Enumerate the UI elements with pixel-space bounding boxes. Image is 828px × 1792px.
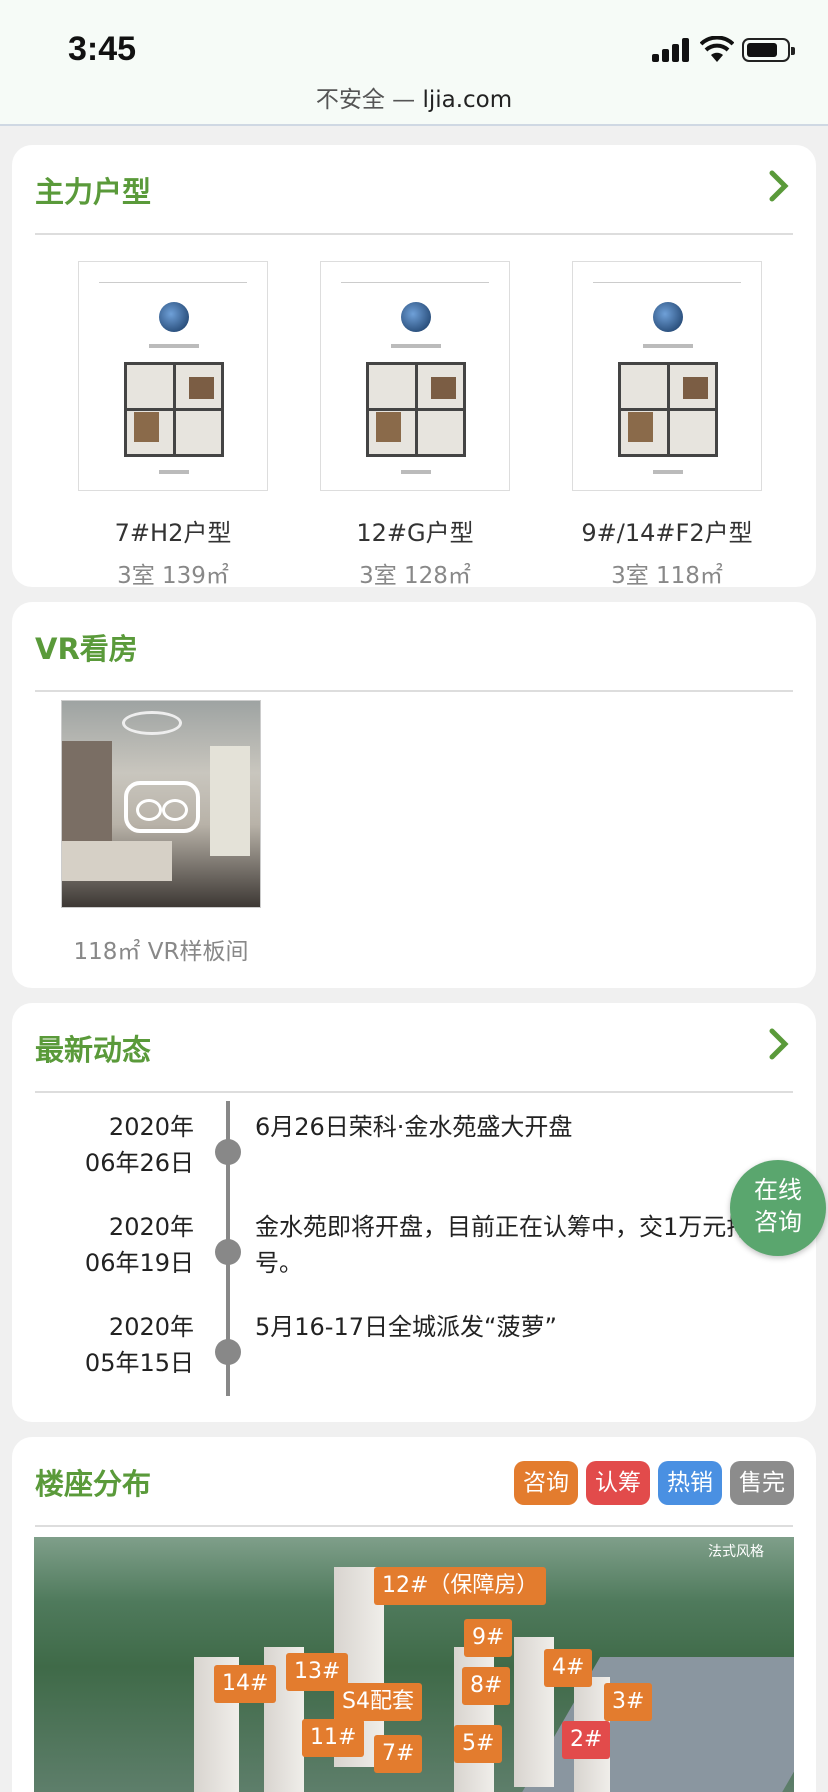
timeline-date: 2020年 05年15日 — [34, 1309, 194, 1381]
building-tag[interactable]: 3# — [604, 1683, 653, 1721]
section-title: 主力户型 — [35, 175, 152, 209]
chevron-right-icon[interactable] — [768, 1027, 790, 1061]
section-title: 楼座分布 — [35, 1467, 152, 1501]
legend-hot-badge[interactable]: 热销 — [658, 1461, 722, 1505]
building-tag[interactable]: 2# — [562, 1721, 611, 1759]
date-year: 2020年 — [108, 1113, 194, 1141]
date-year: 2020年 — [108, 1313, 194, 1341]
timeline-dot — [215, 1239, 241, 1265]
legend-soldout-badge[interactable]: 售完 — [730, 1461, 794, 1505]
status-legend: 咨询 认筹 热销 售完 — [506, 1461, 794, 1505]
legend-consult-badge[interactable]: 咨询 — [514, 1461, 578, 1505]
floor-plan-name: 7#H2户型 — [114, 519, 232, 547]
section-title: VR看房 — [35, 632, 138, 666]
vr-thumbnail[interactable] — [61, 700, 261, 908]
timeline-dot — [215, 1139, 241, 1165]
divider — [35, 233, 793, 235]
site-plan-image[interactable]: 法式风格 12#（保障房） 9# 4# 14# 13# 8# 3# S4配套 1… — [34, 1537, 794, 1792]
floor-plan-name: 9#/14#F2户型 — [581, 519, 753, 547]
date-year: 2020年 — [108, 1213, 194, 1241]
building-tag[interactable]: S4配套 — [334, 1683, 422, 1721]
floor-plan-image[interactable] — [78, 261, 268, 491]
divider — [35, 1091, 793, 1093]
section-title: 最新动态 — [35, 1033, 152, 1067]
floor-plan-item[interactable]: 7#H2户型 3室 139㎡ — [58, 261, 288, 590]
buildings-card: 楼座分布 咨询 认筹 热销 售完 法式风格 12#（保障房） 9# 4# 14# 13… — [12, 1437, 816, 1792]
news-header[interactable]: 最新动态 — [12, 1003, 816, 1089]
status-bar: 3:45 不安全 — ljia.com — [0, 0, 828, 126]
timeline-date: 2020年 06年19日 — [34, 1209, 194, 1281]
vr-card: VR看房 118㎡ VR样板间 — [12, 602, 816, 988]
floor-plans-card: 主力户型 7#H2户型 3室 139㎡ 12#G户型 3室 128㎡ 9#/14… — [12, 145, 816, 589]
consult-label-line1: 在线 — [754, 1176, 802, 1204]
building-tag[interactable]: 11# — [302, 1719, 365, 1757]
wifi-icon — [700, 36, 734, 62]
timeline-text: 金水苑即将开盘，目前正在认筹中，交1万元排号。 — [255, 1213, 751, 1277]
timeline-dot — [215, 1339, 241, 1365]
consult-label-line2: 咨询 — [754, 1208, 802, 1236]
floor-plan-image[interactable] — [320, 261, 510, 491]
clock: 3:45 — [68, 30, 137, 68]
address-bar[interactable]: 不安全 — ljia.com — [0, 80, 828, 114]
building-tag[interactable]: 14# — [214, 1665, 277, 1703]
floor-plan-spec: 3室 118㎡ — [611, 563, 723, 589]
timeline-text: 6月26日荣科·金水苑盛大开盘 — [255, 1113, 573, 1141]
vr-header: VR看房 — [12, 602, 816, 688]
floor-plan-name: 12#G户型 — [356, 519, 474, 547]
divider — [35, 1525, 793, 1527]
buildings-header: 楼座分布 咨询 认筹 热销 售完 — [12, 1437, 816, 1523]
building-tag[interactable]: 8# — [462, 1667, 511, 1705]
floor-plan-list: 7#H2户型 3室 139㎡ 12#G户型 3室 128㎡ 9#/14#F2户型… — [12, 261, 816, 591]
online-consult-button[interactable]: 在线 咨询 — [730, 1160, 826, 1256]
floor-plan-spec: 3室 128㎡ — [359, 563, 471, 589]
floor-plan-image[interactable] — [572, 261, 762, 491]
site-plan-label: 法式风格 — [708, 1544, 764, 1560]
floor-plan-item[interactable]: 12#G户型 3室 128㎡ — [300, 261, 530, 590]
floor-plan-spec: 3室 139㎡ — [117, 563, 229, 589]
floor-plan-item[interactable]: 9#/14#F2户型 3室 118㎡ — [552, 261, 782, 590]
battery-icon — [742, 38, 795, 62]
legend-subscribe-badge[interactable]: 认筹 — [586, 1461, 650, 1505]
date-day: 05年15日 — [84, 1349, 194, 1377]
news-card: 最新动态 2020年 06年26日 6月26日荣科·金水苑盛大开盘 2020年 06… — [12, 1003, 816, 1422]
date-day: 06年26日 — [84, 1149, 194, 1177]
timeline-date: 2020年 06年26日 — [34, 1109, 194, 1181]
timeline-text: 5月16-17日全城派发“菠萝” — [255, 1313, 557, 1341]
building-tag[interactable]: 9# — [464, 1619, 513, 1657]
floor-plans-header[interactable]: 主力户型 — [12, 145, 816, 231]
building-tag[interactable]: 12#（保障房） — [374, 1567, 547, 1605]
divider — [35, 690, 793, 692]
building-tag[interactable]: 7# — [374, 1735, 423, 1773]
building-tag[interactable]: 5# — [454, 1725, 503, 1763]
signal-icon — [652, 38, 692, 62]
date-day: 06年19日 — [84, 1249, 194, 1277]
chevron-right-icon[interactable] — [768, 169, 790, 203]
vr-glasses-icon — [124, 781, 200, 833]
url-security: 不安全 — — [315, 87, 423, 113]
building-tag[interactable]: 4# — [544, 1649, 593, 1687]
vr-caption: 118㎡ VR样板间 — [73, 939, 249, 965]
url-host: ljia.com — [422, 87, 513, 113]
